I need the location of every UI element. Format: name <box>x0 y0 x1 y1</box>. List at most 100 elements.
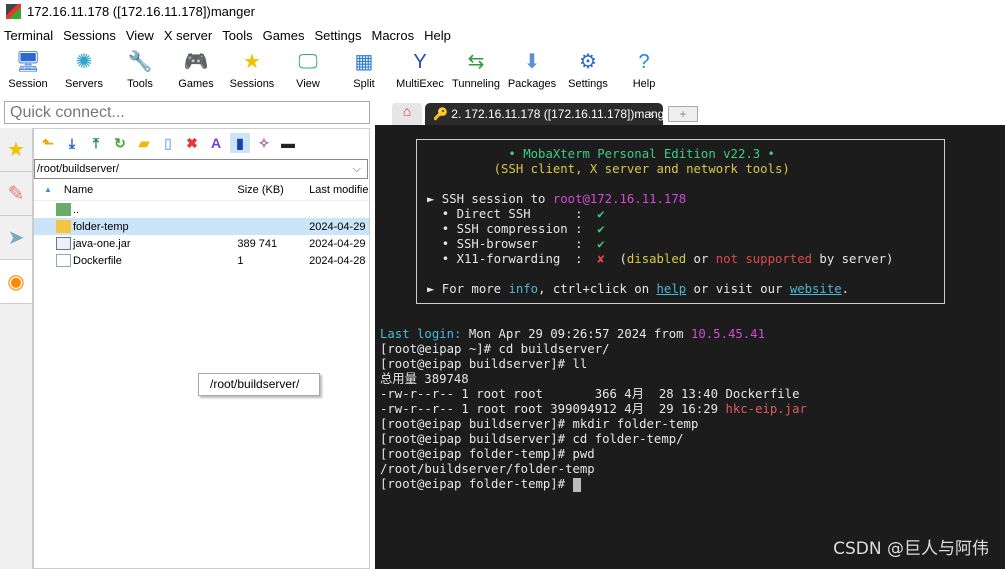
toolbar-packages-button[interactable]: ⬇ Packages <box>504 47 560 97</box>
close-tab-icon[interactable]: × <box>648 103 655 125</box>
toolbar-label: Settings <box>568 78 608 90</box>
watermark: CSDN @巨人与阿伟 <box>833 539 989 559</box>
terminal-line: /root/buildserver/folder-temp <box>380 462 807 477</box>
menu-x-server[interactable]: X server <box>160 28 218 43</box>
terminal[interactable]: • MobaXterm Personal Edition v22.3 • (SS… <box>375 125 1005 569</box>
text-segment: [root@eipap folder-temp]# <box>380 477 573 491</box>
session-icon: 🖥 <box>15 51 41 73</box>
toolbar-settings-button[interactable]: ⚙ Settings <box>560 47 616 97</box>
file-row[interactable]: .. <box>34 201 369 218</box>
column-size[interactable]: Size (KB) <box>233 184 309 196</box>
toolbar-label: Split <box>353 78 375 90</box>
menu-sessions[interactable]: Sessions <box>59 28 122 43</box>
text-segment: ✔ <box>597 237 605 251</box>
window-title: 172.16.11.178 ([172.16.11.178])manger <box>27 3 255 19</box>
menu-view[interactable]: View <box>122 28 160 43</box>
toolbar-help-button[interactable]: ? Help <box>616 47 672 97</box>
file-row[interactable]: Dockerfile 1 2024-04-28 <box>34 252 369 269</box>
rename-icon[interactable]: A <box>206 133 226 153</box>
toolbar-tools-button[interactable]: 🔧 Tools <box>112 47 168 97</box>
new-file-icon[interactable]: ▯ <box>158 133 178 153</box>
menu-terminal[interactable]: Terminal <box>0 28 59 43</box>
tab-session[interactable]: 🔑 2. 172.16.11.178 ([172.16.11.178])mang… <box>425 103 663 125</box>
menu-macros[interactable]: Macros <box>367 28 420 43</box>
new-folder-icon[interactable]: ▰ <box>134 133 154 153</box>
menu-settings[interactable]: Settings <box>311 28 368 43</box>
permissions-icon[interactable]: ▮ <box>230 133 250 153</box>
text-segment: • X11-forwarding : <box>427 252 598 266</box>
home-tab-icon[interactable]: ⌂ <box>392 103 422 125</box>
path-dropdown[interactable]: /root/buildserver/ ⌵ <box>34 159 368 179</box>
file-row[interactable]: folder-temp 2024-04-29 <box>34 218 369 235</box>
sidebar-tools-icon[interactable]: ✎ <box>0 172 32 216</box>
text-segment: , ctrl+click on <box>538 282 657 296</box>
sidebar-send-icon[interactable]: ➤ <box>0 216 32 260</box>
column-modified[interactable]: Last modified <box>309 184 369 196</box>
terminal-line: • MobaXterm Personal Edition v22.3 • <box>427 147 944 162</box>
download-icon[interactable]: ⤓ <box>62 133 82 153</box>
terminal-icon[interactable]: ▬ <box>278 133 298 153</box>
text-segment: [root@eipap ~]# cd buildserver/ <box>380 342 610 356</box>
column-name[interactable]: ▲ Name <box>34 184 233 196</box>
toolbar-sessions-button[interactable]: ★ Sessions <box>224 47 280 97</box>
help-link[interactable]: help <box>657 282 687 296</box>
column-label: Name <box>63 183 94 196</box>
path-tooltip: /root/buildserver/ <box>198 373 320 396</box>
terminal-line: -rw-r--r-- 1 root root 366 4月 28 13:40 D… <box>380 387 807 402</box>
terminal-line: [root@eipap buildserver]# mkdir folder-t… <box>380 417 807 432</box>
toolbar-games-button[interactable]: 🎮 Games <box>168 47 224 97</box>
sidebar-star-icon[interactable]: ★ <box>0 128 32 172</box>
app-icon <box>6 3 21 19</box>
file-list-header: ▲ Name Size (KB) Last modified <box>34 179 369 201</box>
magic-icon[interactable]: ✧ <box>254 133 274 153</box>
file-date: 2024-04-29 <box>309 220 366 233</box>
delete-icon[interactable]: ✖ <box>182 133 202 153</box>
refresh-icon[interactable]: ↻ <box>110 133 130 153</box>
sidebar-sftp-icon[interactable]: ◉ <box>0 260 32 304</box>
terminal-line: ► SSH session to root@172.16.11.178 <box>427 192 944 207</box>
terminal-line: • SSH-browser : ✔ <box>427 237 944 252</box>
toolbar-label: Tools <box>127 78 153 90</box>
file-row[interactable]: java-one.jar 389 741 2024-04-29 <box>34 235 369 252</box>
website-link[interactable]: website <box>790 282 842 296</box>
terminal-line: Last login: Mon Apr 29 09:26:57 2024 fro… <box>380 327 807 342</box>
file-size: 389 741 <box>237 237 278 250</box>
file-name: Dockerfile <box>73 254 122 267</box>
file-icon <box>56 254 71 267</box>
toolbar-multiexec-button[interactable]: Y MultiExec <box>392 47 448 97</box>
toolbar-servers-button[interactable]: ✺ Servers <box>56 47 112 97</box>
quick-connect-input[interactable]: Quick connect... <box>4 101 370 124</box>
toolbar-view-button[interactable]: 🖵 View <box>280 47 336 97</box>
terminal-line: 总用量 389748 <box>380 372 807 387</box>
star-icon: ★ <box>243 51 261 73</box>
toolbar-label: Tunneling <box>452 78 500 90</box>
settings-icon: ⚙ <box>579 51 597 73</box>
toolbar-label: Sessions <box>229 78 275 90</box>
terminal-line: [root@eipap buildserver]# cd folder-temp… <box>380 432 807 447</box>
menu-help[interactable]: Help <box>420 28 457 43</box>
text-segment: [root@eipap buildserver]# cd folder-temp… <box>380 432 684 446</box>
terminal-line: [root@eipap ~]# cd buildserver/ <box>380 342 807 357</box>
terminal-line: • Direct SSH : ✔ <box>427 207 944 222</box>
games-icon: 🎮 <box>183 51 209 73</box>
servers-icon: ✺ <box>75 51 93 73</box>
text-segment: • Direct SSH : <box>427 207 598 221</box>
toolbar-label: MultiExec <box>396 78 444 90</box>
text-segment: • MobaXterm Personal Edition v22.3 • <box>427 147 775 161</box>
file-name-cell: .. <box>34 203 233 216</box>
text-segment: [root@eipap buildserver]# mkdir folder-t… <box>380 417 699 431</box>
chevron-down-icon[interactable]: ⌵ <box>353 160 361 178</box>
new-tab-button[interactable]: + <box>668 106 698 122</box>
toolbar-split-button[interactable]: ▦ Split <box>336 47 392 97</box>
terminal-line: • SSH compression : ✔ <box>427 222 944 237</box>
info-link[interactable]: info <box>508 282 538 296</box>
menu-games[interactable]: Games <box>259 28 311 43</box>
parent-folder-icon[interactable]: ⬑ <box>38 133 58 153</box>
toolbar-session-button[interactable]: 🖥 Session <box>0 47 56 97</box>
file-name-cell: folder-temp <box>34 220 233 233</box>
toolbar-tunneling-button[interactable]: ⇆ Tunneling <box>448 47 504 97</box>
multiexec-icon: Y <box>413 51 427 73</box>
upload-icon[interactable]: ⤒ <box>86 133 106 153</box>
menu-tools[interactable]: Tools <box>218 28 258 43</box>
